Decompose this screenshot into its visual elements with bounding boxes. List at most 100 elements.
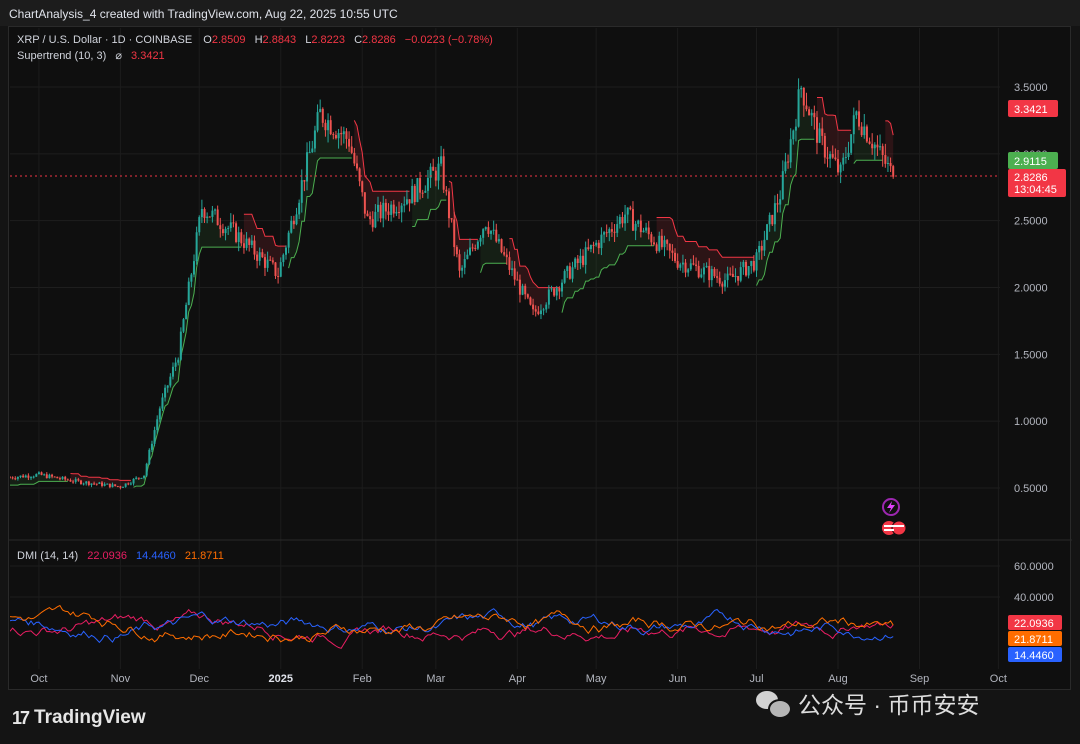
- candle-body: [453, 219, 456, 248]
- candle-body: [674, 252, 677, 262]
- candle-body: [776, 203, 779, 205]
- candle-body: [789, 139, 792, 163]
- candle-body: [353, 152, 356, 164]
- time-axis[interactable]: Oct Nov Dec 2025 Feb Mar Apr May Jun Jul Aug Sep Oct: [30, 673, 1007, 685]
- candle-body: [626, 207, 629, 215]
- candle-body: [773, 203, 776, 225]
- tradingview-logo-icon: 17: [12, 707, 30, 728]
- candle-body: [779, 199, 782, 205]
- candle-body: [93, 483, 96, 485]
- candle-body: [250, 240, 253, 245]
- price-tick-label: 0.5000: [1014, 483, 1048, 495]
- candle-body: [27, 475, 30, 478]
- candle-body: [855, 111, 858, 116]
- supertrend-legend[interactable]: Supertrend (10, 3) ⌀ 3.3421: [17, 50, 165, 62]
- candle-body: [624, 214, 627, 224]
- candle-body: [860, 126, 863, 136]
- candle-body: [650, 234, 653, 243]
- time-tick-label: Sep: [910, 673, 930, 685]
- candle-body: [269, 259, 272, 261]
- candle-body: [166, 385, 169, 388]
- candle-body: [676, 261, 679, 268]
- price-chart-svg[interactable]: 0.50001.00001.50002.00002.50003.00003.50…: [9, 27, 1072, 691]
- dmi-lines: [10, 604, 894, 649]
- upper-badge-text: 2.9115: [1014, 156, 1047, 168]
- candle-body: [871, 143, 874, 149]
- candle-body: [206, 216, 209, 218]
- candle-body: [524, 285, 527, 295]
- price-axis[interactable]: 0.50001.00001.50002.00002.50003.00003.50…: [1014, 82, 1048, 495]
- candle-body: [689, 263, 692, 270]
- candle-body: [852, 115, 855, 135]
- candle-body: [745, 261, 747, 276]
- candle-body: [447, 191, 450, 219]
- dmi-tick-label: 40.0000: [1014, 592, 1054, 604]
- candle-body: [298, 202, 301, 215]
- candle-body: [705, 265, 708, 268]
- tradingview-logo[interactable]: 17 TradingView: [12, 707, 146, 729]
- candle-body: [200, 209, 203, 218]
- candle-body: [768, 214, 771, 225]
- candle-body: [681, 262, 684, 265]
- candle-body: [101, 482, 103, 486]
- candle-body: [384, 202, 387, 212]
- price-tick-label: 1.0000: [1014, 416, 1048, 428]
- candle-body: [655, 244, 658, 251]
- candle-body: [426, 177, 429, 191]
- candle-body: [729, 273, 732, 275]
- candle-body: [613, 231, 616, 233]
- candle-body: [135, 477, 138, 479]
- plus-di-badge-text: 14.4460: [1014, 650, 1054, 662]
- candle-body: [750, 260, 753, 267]
- candle-body: [35, 474, 38, 477]
- candle-body: [758, 245, 761, 253]
- candle-body: [229, 222, 232, 229]
- chart-area[interactable]: 0.50001.00001.50002.00002.50003.00003.50…: [8, 26, 1072, 691]
- candle-body: [671, 250, 674, 253]
- candle-body: [208, 216, 211, 218]
- candle-body: [24, 475, 27, 478]
- candle-body: [171, 366, 174, 377]
- candle-body: [51, 474, 54, 477]
- candle-body: [240, 232, 243, 244]
- candle-body: [695, 264, 698, 266]
- candle-body: [821, 128, 824, 136]
- candle-body: [726, 273, 729, 281]
- time-tick-label: May: [586, 673, 607, 685]
- time-tick-label: Jun: [669, 673, 687, 685]
- candle-body: [755, 252, 758, 271]
- candle-body: [634, 223, 637, 231]
- candle-body: [618, 216, 621, 225]
- candle-body: [216, 209, 219, 226]
- candle-body: [600, 234, 603, 249]
- candle-body: [865, 126, 868, 142]
- candle-body: [886, 162, 889, 164]
- candle-body: [72, 481, 75, 483]
- candle-body: [355, 163, 358, 169]
- candle-body: [892, 166, 895, 177]
- dmi-legend[interactable]: DMI (14, 14) 22.0936 14.4460 21.8711: [17, 550, 224, 562]
- us-flag-event-icon[interactable]: [882, 520, 907, 536]
- candle-body: [737, 276, 740, 281]
- candle-body: [889, 162, 892, 167]
- candle-body: [411, 185, 414, 204]
- supertrend-area: [656, 217, 754, 287]
- candle-body: [663, 240, 666, 248]
- supertrend-value: 3.3421: [131, 50, 165, 62]
- candle-body: [484, 227, 487, 230]
- candle-body: [629, 207, 632, 210]
- candle-body: [844, 157, 847, 159]
- candle-body: [19, 475, 22, 477]
- lightning-event-icon[interactable]: [882, 498, 900, 516]
- candle-body: [303, 180, 306, 182]
- candle-body: [760, 245, 763, 251]
- candle-body: [645, 227, 648, 231]
- candle-body: [639, 220, 642, 233]
- candle-body: [532, 304, 535, 310]
- candle-body: [616, 224, 619, 233]
- dmi-axis[interactable]: 40.0000 60.0000: [1014, 561, 1054, 604]
- legend-symbol: XRP / U.S. Dollar · 1D · COINBASE: [17, 34, 192, 46]
- candle-body: [621, 216, 624, 224]
- candle-body: [377, 204, 379, 212]
- candle-body: [563, 270, 566, 283]
